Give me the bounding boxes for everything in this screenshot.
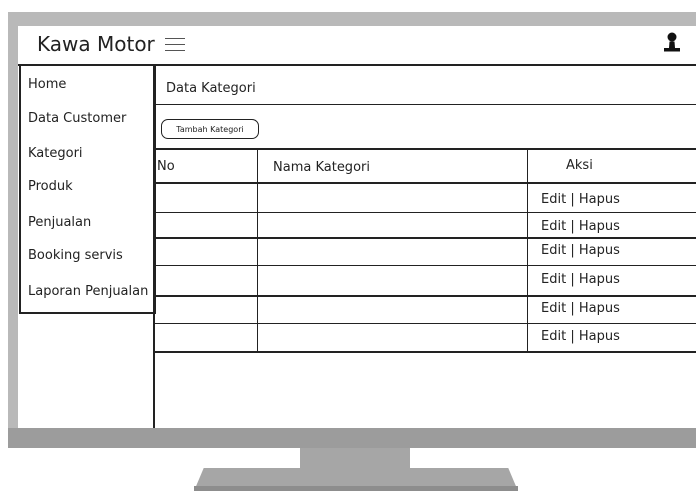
action-separator: | bbox=[570, 329, 575, 344]
sidebar-divider bbox=[153, 66, 155, 428]
column-header-aksi: Aksi bbox=[566, 158, 593, 173]
table-column-divider bbox=[527, 148, 528, 353]
delete-link[interactable]: Hapus bbox=[579, 192, 620, 207]
delete-link[interactable]: Hapus bbox=[579, 219, 620, 234]
add-category-button[interactable]: Tambah Kategori bbox=[161, 119, 259, 139]
table-row-actions: Edit | Hapus bbox=[541, 192, 620, 207]
table-row-border bbox=[155, 265, 696, 266]
table-row-border bbox=[155, 237, 696, 239]
hamburger-menu-icon[interactable] bbox=[165, 37, 185, 51]
app-title: Kawa Motor bbox=[37, 32, 155, 56]
table-row-actions: Edit | Hapus bbox=[541, 243, 620, 258]
edit-link[interactable]: Edit bbox=[541, 243, 566, 258]
delete-link[interactable]: Hapus bbox=[579, 301, 620, 316]
action-separator: | bbox=[570, 272, 575, 287]
delete-link[interactable]: Hapus bbox=[579, 243, 620, 258]
delete-link[interactable]: Hapus bbox=[579, 272, 620, 287]
sidebar-item-produk[interactable]: Produk bbox=[28, 179, 73, 194]
table-row-border bbox=[155, 212, 696, 213]
page-title: Data Kategori bbox=[166, 81, 256, 96]
table-row-actions: Edit | Hapus bbox=[541, 329, 620, 344]
app-screen: Kawa Motor Home Data Customer Kategori P… bbox=[18, 26, 696, 428]
action-separator: | bbox=[570, 219, 575, 234]
edit-link[interactable]: Edit bbox=[541, 219, 566, 234]
sidebar-item-penjualan[interactable]: Penjualan bbox=[28, 215, 91, 230]
table-bottom-border bbox=[155, 351, 696, 353]
table-column-divider bbox=[257, 148, 258, 353]
action-separator: | bbox=[570, 192, 575, 207]
monitor-stand-base-edge bbox=[194, 486, 518, 491]
sidebar-item-kategori[interactable]: Kategori bbox=[28, 146, 83, 161]
sidebar-item-laporan-penjualan[interactable]: Laporan Penjualan bbox=[28, 284, 148, 299]
action-separator: | bbox=[570, 243, 575, 258]
sidebar-item-home[interactable]: Home bbox=[28, 77, 66, 92]
edit-link[interactable]: Edit bbox=[541, 272, 566, 287]
delete-link[interactable]: Hapus bbox=[579, 329, 620, 344]
edit-link[interactable]: Edit bbox=[541, 301, 566, 316]
edit-link[interactable]: Edit bbox=[541, 192, 566, 207]
user-icon[interactable] bbox=[663, 32, 681, 52]
monitor-bezel-bottom bbox=[8, 428, 696, 448]
table-row-actions: Edit | Hapus bbox=[541, 272, 620, 287]
table-row-border bbox=[155, 323, 696, 324]
top-bar: Kawa Motor bbox=[18, 26, 696, 66]
action-separator: | bbox=[570, 301, 575, 316]
table-header-border bbox=[155, 182, 696, 184]
table-top-border bbox=[155, 148, 696, 150]
table-row-border bbox=[155, 295, 696, 297]
sidebar-item-booking-servis[interactable]: Booking servis bbox=[28, 248, 123, 263]
column-header-nama-kategori: Nama Kategori bbox=[273, 160, 370, 175]
edit-link[interactable]: Edit bbox=[541, 329, 566, 344]
sidebar-item-data-customer[interactable]: Data Customer bbox=[28, 111, 126, 126]
monitor-stand-neck bbox=[300, 448, 410, 470]
title-divider bbox=[155, 104, 696, 105]
table-row-actions: Edit | Hapus bbox=[541, 301, 620, 316]
column-header-no: No bbox=[157, 159, 175, 174]
table-row-actions: Edit | Hapus bbox=[541, 219, 620, 234]
